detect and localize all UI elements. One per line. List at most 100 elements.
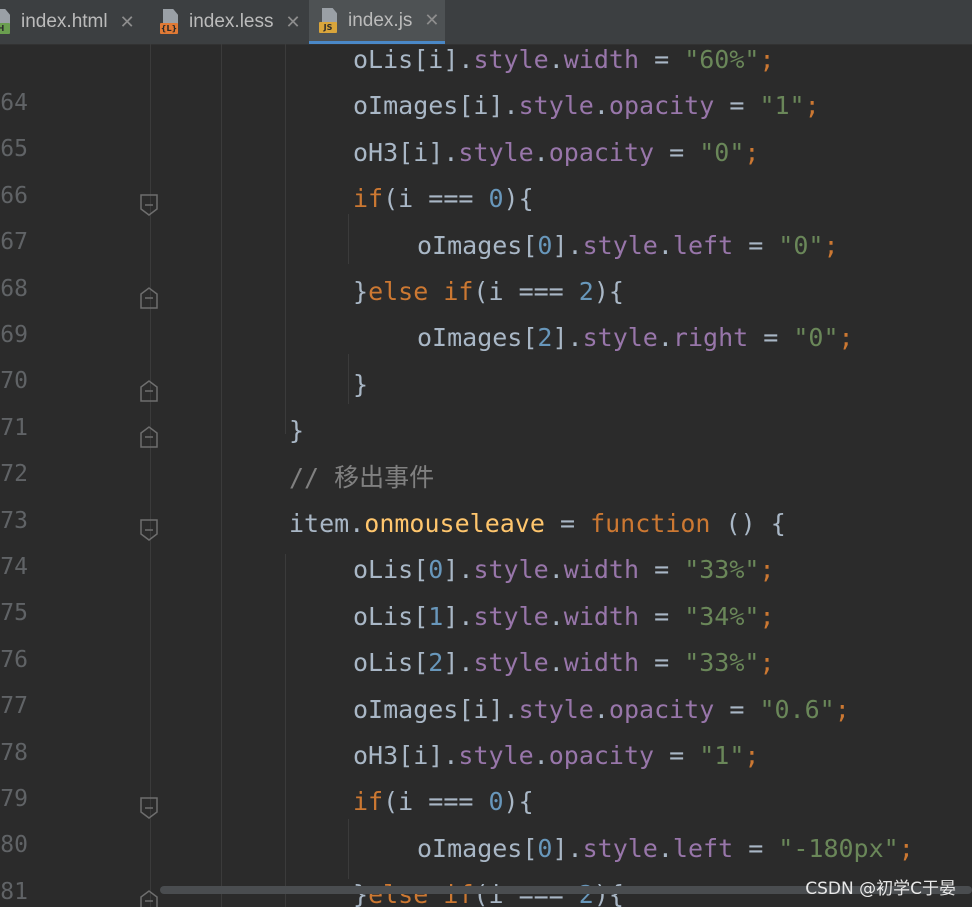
tab-index-js[interactable]: JS index.js ✕: [309, 0, 445, 44]
fold-collapse-icon[interactable]: [139, 193, 159, 217]
code-token: else if: [368, 277, 474, 306]
code-token: [: [522, 833, 538, 863]
code-line[interactable]: if(i === 0){: [353, 788, 534, 834]
tab-index-html[interactable]: Hindex.html ✕: [0, 0, 144, 44]
code-line[interactable]: oLis[1].style.width = "34%";: [353, 601, 775, 649]
code-token: (i ===: [383, 184, 489, 214]
code-line[interactable]: }: [289, 417, 304, 463]
fold-end-icon[interactable]: [139, 286, 159, 310]
code-line[interactable]: oImages[i].style.opacity = "0.6";: [353, 694, 850, 742]
code-line[interactable]: oH3[i].style.opacity = "0";: [353, 137, 759, 185]
code-token: opacity: [548, 741, 655, 770]
code-token: .: [548, 555, 564, 585]
line-number: 64: [0, 90, 28, 116]
code-line[interactable]: oImages[0].style.left = "0";: [417, 230, 839, 278]
code-token: ){: [593, 277, 624, 306]
code-token: oLis: [353, 648, 414, 678]
code-token: item: [289, 509, 350, 538]
code-token: oImages: [353, 91, 459, 121]
code-line[interactable]: // 移出事件: [289, 463, 434, 510]
code-token: .: [349, 509, 365, 538]
code-token: "0": [793, 323, 839, 353]
code-token: }: [353, 277, 369, 306]
code-token: [: [458, 91, 474, 121]
code-line[interactable]: }: [353, 370, 368, 417]
code-token: style: [458, 741, 534, 770]
code-token: width: [563, 555, 640, 585]
code-token: .: [548, 648, 564, 678]
line-number-gutter: 64656667686970717273747576777879808182: [0, 88, 120, 907]
indent-guide: [150, 44, 151, 907]
close-tab-icon[interactable]: ✕: [120, 12, 135, 33]
code-token: =: [639, 601, 685, 631]
code-token: =: [639, 648, 685, 678]
code-token: ;: [759, 45, 775, 74]
code-line[interactable]: }else if(i === 2){: [353, 278, 624, 324]
code-token: "34%": [684, 601, 760, 631]
close-tab-icon[interactable]: ✕: [286, 12, 301, 33]
code-token: oImages: [417, 230, 523, 260]
code-token: [: [413, 45, 429, 74]
code-token: =: [654, 741, 700, 770]
code-token: left: [672, 230, 734, 260]
line-number: 67: [0, 229, 28, 256]
line-number: 81: [0, 878, 28, 905]
code-line[interactable]: oLis[2].style.width = "33%";: [353, 649, 775, 695]
code-token: style: [518, 694, 594, 724]
fold-collapse-icon[interactable]: [139, 518, 159, 542]
less-file-icon: {L}: [160, 9, 182, 35]
code-editor[interactable]: 64656667686970717273747576777879808182 o…: [0, 44, 972, 907]
code-token: ].: [443, 555, 474, 585]
code-token: ;: [759, 555, 775, 585]
indent-guide: [285, 554, 286, 907]
indent-guide: [348, 354, 349, 404]
code-token: [: [413, 648, 429, 678]
code-token: [: [413, 601, 429, 631]
code-token: ].: [428, 137, 459, 167]
code-token: ;: [838, 323, 854, 353]
code-line[interactable]: oImages[i].style.opacity = "1";: [353, 92, 820, 138]
code-token: ].: [443, 648, 474, 678]
fold-end-icon[interactable]: [139, 889, 159, 907]
code-token: oLis: [353, 555, 414, 585]
fold-end-icon[interactable]: [139, 379, 159, 403]
code-token: =: [748, 323, 794, 353]
code-line[interactable]: oH3[i].style.opacity = "1";: [353, 742, 759, 788]
code-line[interactable]: if(i === 0){: [353, 185, 534, 231]
code-token: oImages: [417, 323, 523, 353]
line-number: 71: [0, 414, 28, 441]
code-line[interactable]: oLis[0].style.width = "33%";: [353, 556, 775, 602]
code-line[interactable]: oLis[i].style.width = "60%";: [353, 46, 775, 92]
code-token: =: [733, 833, 779, 863]
indent-guide: [348, 819, 349, 879]
code-token: oImages: [353, 694, 459, 724]
code-token: [: [522, 230, 538, 260]
code-line[interactable]: item.onmouseleave = function () {: [289, 510, 786, 556]
line-number: 72: [0, 461, 28, 488]
code-token: "1": [699, 741, 745, 770]
code-token: i: [413, 741, 429, 770]
editor-tab-bar: Hindex.html ✕ {L} index.less ✕ JS index.js ✕: [0, 0, 972, 45]
code-token: i: [473, 91, 489, 121]
code-token: }: [289, 416, 305, 446]
code-token: ;: [804, 91, 820, 121]
code-token: =: [639, 555, 685, 585]
fold-end-icon[interactable]: [139, 425, 159, 449]
code-token: style: [582, 230, 658, 260]
code-token: style: [473, 601, 549, 631]
tab-index-less[interactable]: {L} index.less ✕: [150, 0, 306, 44]
code-line[interactable]: oImages[2].style.right = "0";: [417, 324, 854, 370]
code-token: ].: [488, 694, 519, 724]
code-token: ;: [834, 694, 850, 724]
code-token: 2: [578, 277, 594, 306]
line-number: 76: [0, 646, 28, 673]
code-token: opacity: [608, 91, 715, 121]
code-token: oLis: [353, 601, 414, 631]
line-number: 74: [0, 554, 28, 580]
code-token: ){: [503, 787, 534, 817]
code-token: width: [563, 601, 640, 631]
fold-collapse-icon[interactable]: [139, 796, 159, 820]
code-token: "-180px": [778, 833, 899, 863]
line-number: 70: [0, 368, 28, 395]
close-tab-icon[interactable]: ✕: [424, 10, 439, 31]
